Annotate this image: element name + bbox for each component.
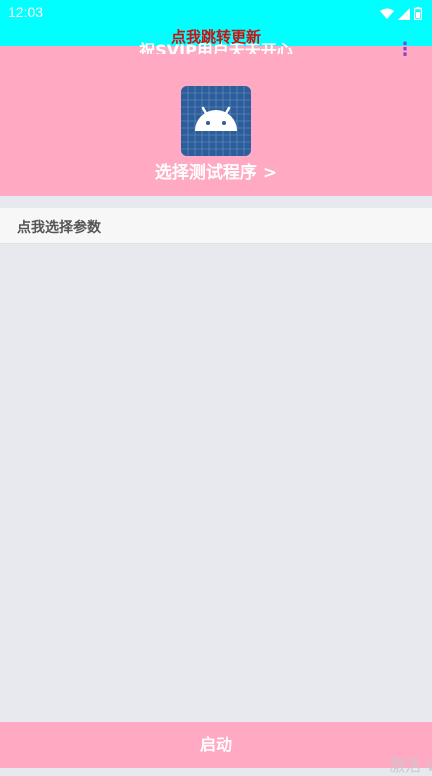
status-time: 12:03	[8, 4, 44, 20]
header-panel: 祝SVIP用户天天开心 ⋮ 选择测试程序 >	[0, 41, 432, 196]
wifi-icon	[380, 5, 394, 24]
start-button[interactable]: 启动	[0, 722, 432, 768]
status-icons	[380, 5, 423, 24]
battery-icon	[413, 5, 423, 24]
signal-icon	[398, 5, 410, 24]
select-program-link[interactable]: 选择测试程序 >	[0, 158, 432, 183]
android-app-icon[interactable]	[181, 86, 251, 156]
select-params-row[interactable]: 点我选择参数	[0, 208, 432, 244]
update-banner[interactable]: 点我跳转更新	[0, 26, 432, 47]
select-params-label: 点我选择参数	[17, 220, 101, 236]
